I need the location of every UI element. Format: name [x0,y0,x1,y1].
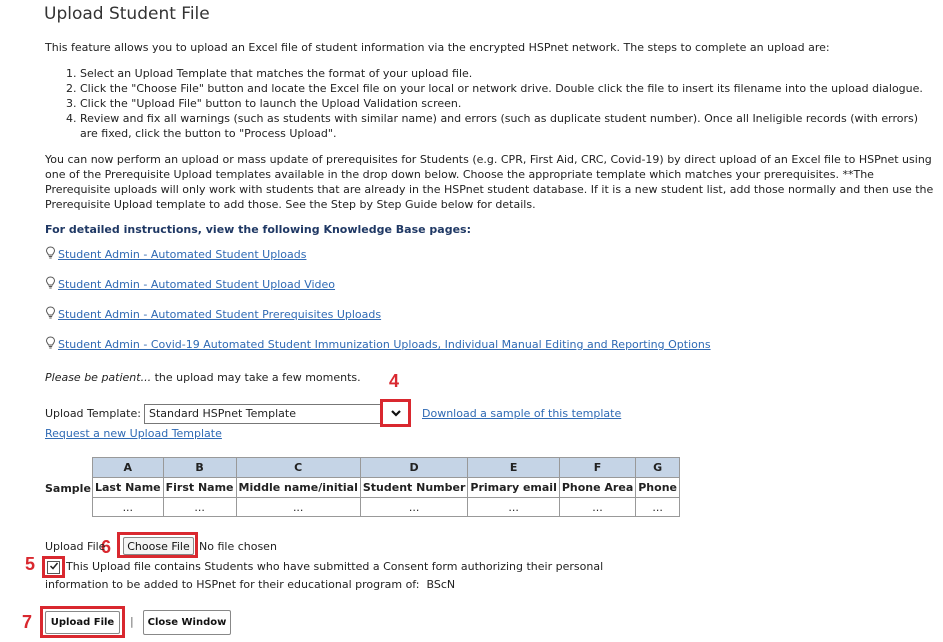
column-header: Phone Area [558,477,637,498]
button-separator: | [130,615,134,628]
column-letter: G [635,457,680,478]
column-header: Last Name [92,477,164,498]
lightbulb-icon [45,246,56,259]
sample-cell: ... [235,497,361,517]
checkmark-icon [49,561,59,574]
request-template-link[interactable]: Request a new Upload Template [45,427,222,440]
choose-file-button[interactable]: Choose File [123,537,194,555]
consent-checkbox[interactable] [47,561,60,574]
sample-label: Sample: [45,482,96,495]
column-header: Primary email [467,477,560,498]
kb-link-item: Student Admin - Automated Student Upload… [45,276,335,291]
sample-cell: ... [467,497,560,517]
sample-cell: ... [92,497,164,517]
kb-link-item: Student Admin - Covid-19 Automated Stude… [45,336,711,351]
consent-text-line2: information to be added to HSPnet for th… [45,578,455,591]
prereq-text: You can now perform an upload or mass up… [45,153,934,211]
consent-text-line1: This Upload file contains Students who h… [66,560,604,573]
column-letter: D [359,457,469,478]
intro-text: This feature allows you to upload an Exc… [45,41,830,54]
sample-table: A B C D E F G Last Name First Name Middl… [92,457,680,517]
annotation-marker-7: 7 [22,612,33,632]
column-header: First Name [162,477,237,498]
lightbulb-icon [45,336,56,349]
column-header: Middle name/initial [235,477,361,498]
template-dropdown-button[interactable] [380,399,411,427]
kb-link-item: Student Admin - Automated Student Prereq… [45,306,381,321]
sample-cell: ... [359,497,469,517]
step-item: Click the "Upload File" button to launch… [80,96,935,111]
program-name: BScN [426,578,456,591]
kb-link-automated-uploads[interactable]: Student Admin - Automated Student Upload… [58,248,306,261]
kb-link-item: Student Admin - Automated Student Upload… [45,246,306,261]
column-letter: E [467,457,560,478]
upload-file-label: Upload File [45,540,106,553]
column-header: Phone [635,477,680,498]
kb-heading: For detailed instructions, view the foll… [45,223,472,236]
column-letter: F [558,457,637,478]
upload-template-select[interactable]: Standard HSPnet Template [144,404,410,424]
sample-cell: ... [635,497,680,517]
patience-rest: the upload may take a few moments. [151,371,361,384]
kb-link-prerequisites-uploads[interactable]: Student Admin - Automated Student Prereq… [58,308,381,321]
upload-template-label: Upload Template: [45,407,141,420]
steps-list: Select an Upload Template that matches t… [45,66,935,141]
kb-link-upload-video[interactable]: Student Admin - Automated Student Upload… [58,278,335,291]
patience-note: Please be patient... the upload may take… [45,371,361,384]
column-header-row: Last Name First Name Middle name/initial… [92,477,680,498]
step-item: Select an Upload Template that matches t… [80,66,935,81]
step-item: Click the "Choose File" button and locat… [80,81,935,96]
download-sample-link[interactable]: Download a sample of this template [422,407,621,420]
column-letter: B [162,457,237,478]
consent-text-line2-label: information to be added to HSPnet for th… [45,578,420,591]
lightbulb-icon [45,306,56,319]
step-item: Review and fix all warnings (such as stu… [80,111,935,141]
lightbulb-icon [45,276,56,289]
upload-file-button[interactable]: Upload File [45,611,120,634]
column-header: Student Number [359,477,469,498]
chevron-down-icon [390,407,402,420]
patience-emphasis: Please be patient... [45,371,152,384]
column-letter: C [235,457,361,478]
sample-cell: ... [162,497,237,517]
annotation-marker-5: 5 [25,554,36,574]
table-row: ... ... ... ... ... ... ... [92,497,680,517]
page-title: Upload Student File [44,4,210,24]
sample-cell: ... [558,497,637,517]
annotation-marker-4: 4 [389,371,400,391]
no-file-chosen-text: No file chosen [199,540,277,553]
close-window-button[interactable]: Close Window [143,610,231,635]
column-letter: A [92,457,164,478]
column-letter-row: A B C D E F G [92,457,680,478]
kb-link-covid-uploads[interactable]: Student Admin - Covid-19 Automated Stude… [58,338,711,351]
